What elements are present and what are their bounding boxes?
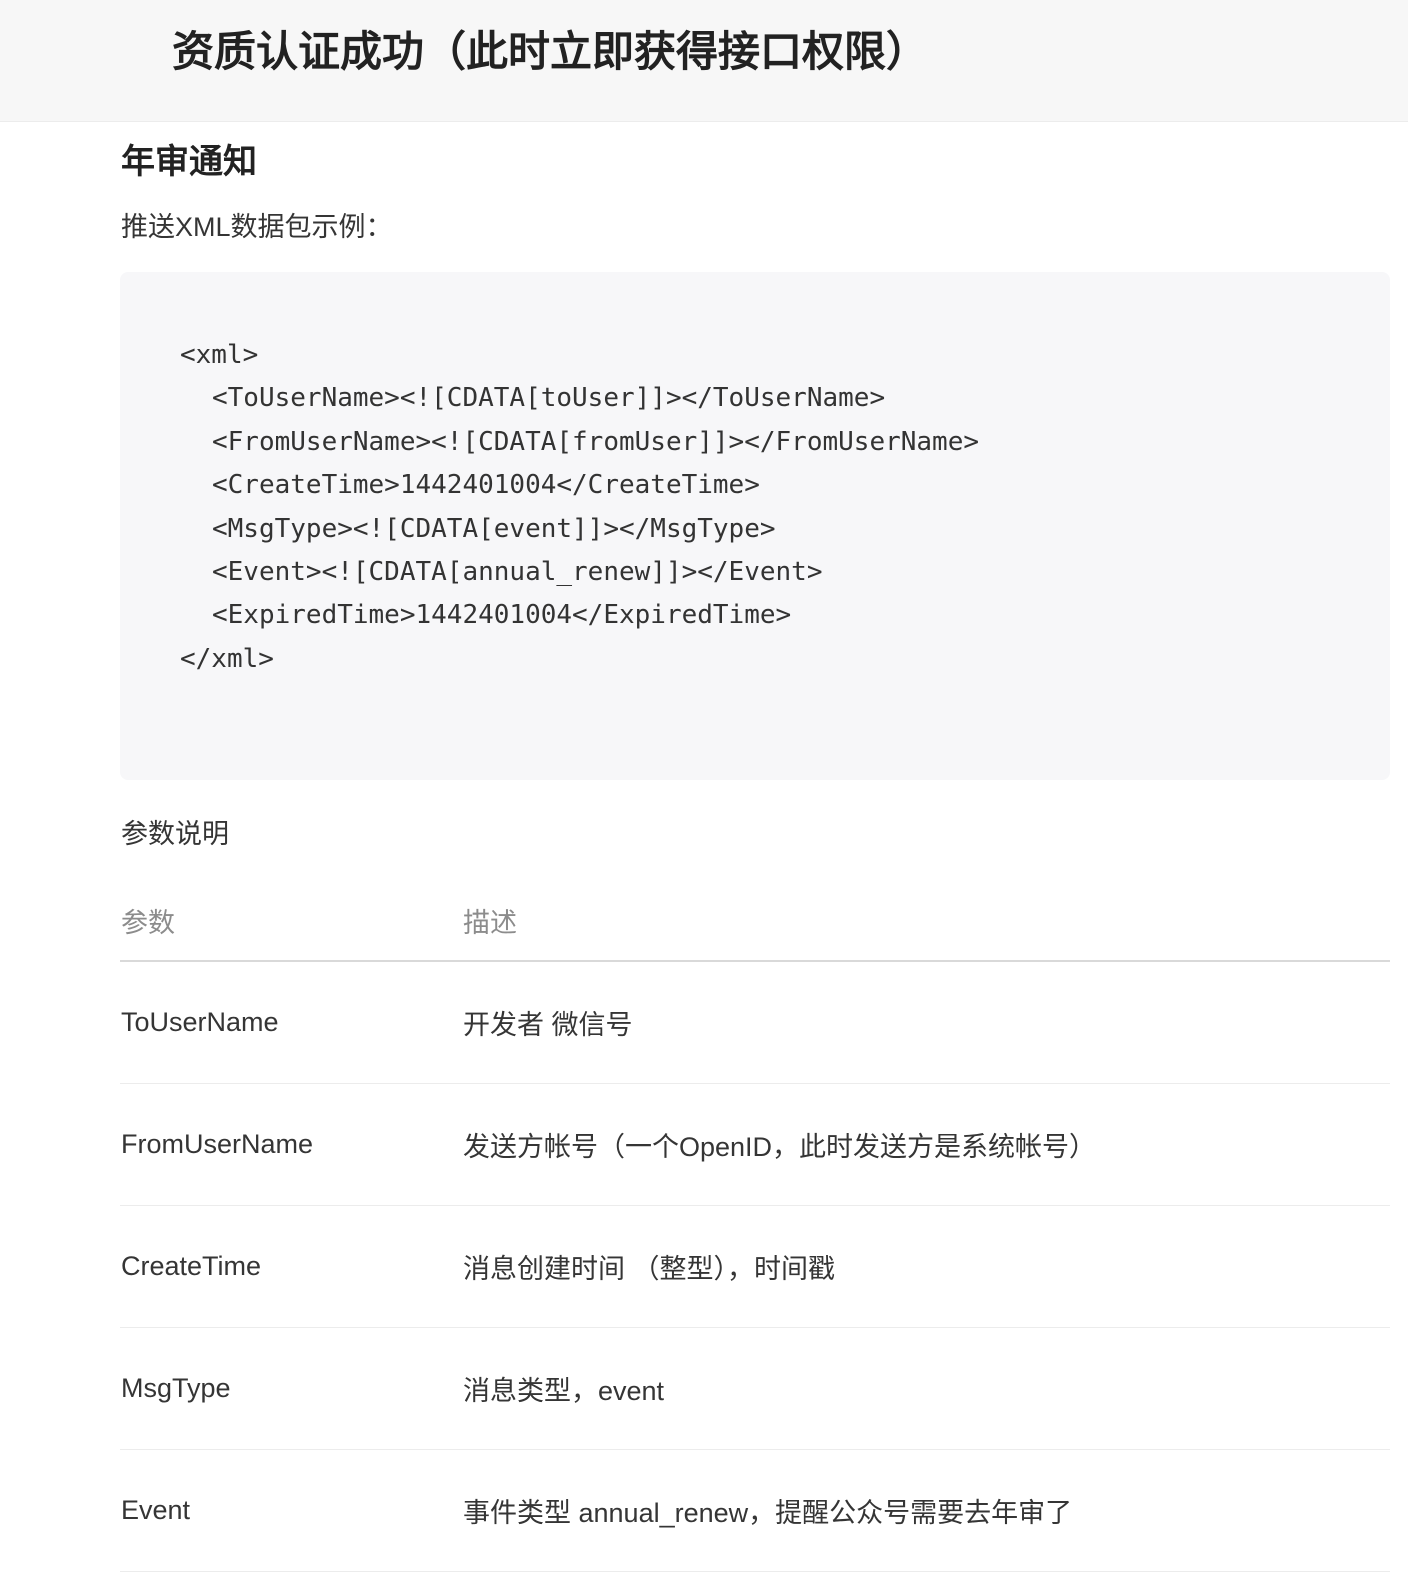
param-table: 参数 描述 ToUserName 开发者 微信号 FromUserName 发送…: [120, 880, 1390, 1572]
header-desc: 描述: [463, 880, 1390, 962]
param-desc: 开发者 微信号: [463, 961, 1390, 1084]
param-name: FromUserName: [120, 1083, 463, 1206]
code-line: <FromUserName><![CDATA[fromUser]]></From…: [212, 426, 980, 457]
code-line: </xml>: [180, 643, 274, 674]
param-desc: 消息类型，event: [463, 1327, 1390, 1450]
section-title: 年审通知: [121, 143, 257, 181]
code-line: <Event><![CDATA[annual_renew]]></Event>: [212, 556, 823, 587]
table-row: ToUserName 开发者 微信号: [120, 961, 1390, 1084]
code-line: <ExpiredTime>1442401004</ExpiredTime>: [212, 600, 792, 631]
xml-code-block: <xml> <ToUserName><![CDATA[toUser]]></ToU…: [120, 272, 1390, 780]
previous-section-title: 资质认证成功（此时立即获得接口权限）: [172, 28, 929, 75]
table-header-row: 参数 描述: [120, 880, 1390, 962]
sample-label: 推送XML数据包示例：: [121, 212, 393, 242]
code-line: <ToUserName><![CDATA[toUser]]></ToUserNa…: [212, 383, 886, 414]
table-row: MsgType 消息类型，event: [120, 1327, 1390, 1450]
code-line: <xml>: [180, 340, 259, 370]
header-param: 参数: [120, 880, 463, 962]
code-line: <CreateTime>1442401004</CreateTime>: [212, 470, 760, 501]
param-name: ToUserName: [120, 961, 463, 1084]
table-row: CreateTime 消息创建时间 （整型），时间戳: [120, 1205, 1390, 1328]
code-line: <MsgType><![CDATA[event]]></MsgType>: [212, 513, 776, 544]
param-desc: 事件类型 annual_renew，提醒公众号需要去年审了: [463, 1449, 1390, 1572]
param-name: Event: [120, 1449, 463, 1572]
param-heading: 参数说明: [121, 819, 229, 849]
param-desc: 发送方帐号（一个OpenID，此时发送方是系统帐号）: [463, 1083, 1390, 1206]
param-name: CreateTime: [120, 1205, 463, 1328]
table-row: Event 事件类型 annual_renew，提醒公众号需要去年审了: [120, 1449, 1390, 1572]
param-desc: 消息创建时间 （整型），时间戳: [463, 1205, 1390, 1328]
previous-section-banner: 资质认证成功（此时立即获得接口权限）: [0, 0, 1408, 122]
table-row: FromUserName 发送方帐号（一个OpenID，此时发送方是系统帐号）: [120, 1083, 1390, 1206]
param-name: MsgType: [120, 1327, 463, 1450]
